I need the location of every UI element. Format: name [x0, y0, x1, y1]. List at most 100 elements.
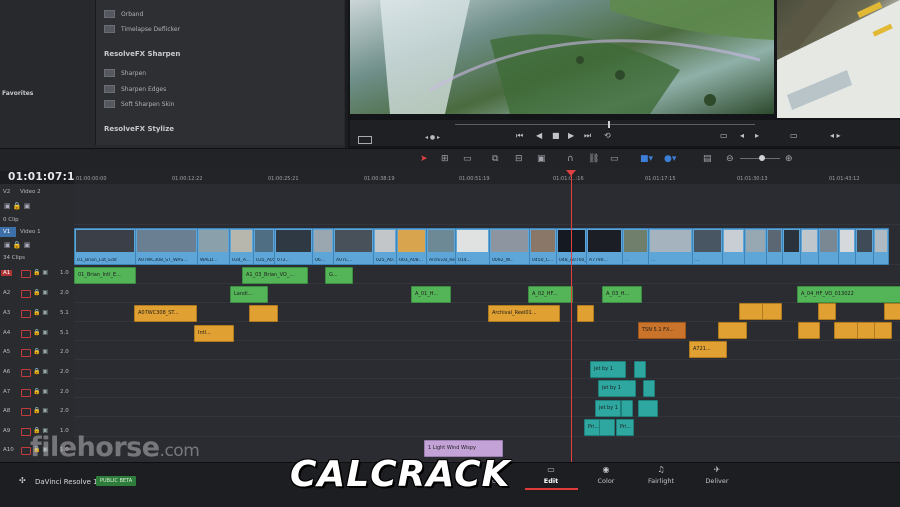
audio-track-lock-icon[interactable]: 🔒 ▣	[33, 368, 48, 375]
video-clip[interactable]	[782, 228, 801, 265]
video-clip[interactable]: 01_Brian_Lot_Edit	[74, 228, 136, 265]
audio-track-lock-icon[interactable]: 🔒 ▣	[33, 329, 48, 336]
viewer-options-icon[interactable]	[358, 136, 372, 144]
audio-track-lock-icon[interactable]: 🔒 ▣	[33, 269, 48, 276]
video-clip[interactable]: 072...	[274, 228, 313, 265]
fairlight-page-icon[interactable]: ♫	[641, 465, 681, 474]
page-tab-color[interactable]: Color	[586, 477, 626, 485]
deliver-page-icon[interactable]: ✈	[697, 465, 737, 474]
audio-track-mute-button[interactable]	[21, 408, 31, 416]
audio-clip[interactable]: jet by 1	[598, 380, 636, 397]
audio-track-lock-icon[interactable]: 🔒 ▣	[33, 388, 48, 395]
audio-clip[interactable]	[818, 303, 836, 320]
video-clip[interactable]	[855, 228, 874, 265]
video-clip[interactable]: A07WC308_ST_WAS...	[135, 228, 198, 265]
audio-clip[interactable]: Intl...	[194, 325, 234, 342]
audio-clip[interactable]: Pri...	[584, 419, 600, 436]
audio-track-mute-button[interactable]	[21, 349, 31, 357]
audio-clip[interactable]	[718, 322, 747, 339]
page-tab-edit[interactable]: Edit	[531, 477, 571, 485]
position-lock-icon[interactable]: ▭	[610, 154, 619, 164]
video-clip[interactable]: 06...	[312, 228, 334, 265]
effect-item-orband[interactable]: Orband	[104, 10, 143, 18]
video-clip[interactable]: A07C...	[333, 228, 374, 265]
video-clip[interactable]	[800, 228, 819, 265]
audio-clip[interactable]: A_04_HF_VO_013022	[797, 286, 900, 303]
audio-clip[interactable]: A1_03_Brian_VO_...	[242, 267, 308, 284]
audio-clip[interactable]: A721...	[689, 341, 727, 358]
audio-track-mute-button[interactable]	[21, 290, 31, 298]
effect-item-sharpen-edges[interactable]: Sharpen Edges	[104, 85, 166, 93]
audio-clip[interactable]	[857, 322, 875, 339]
skip-to-end-icon[interactable]: ⏭	[584, 131, 591, 141]
video-clip[interactable]: 0450_C...	[529, 228, 557, 265]
audio-clip[interactable]: Archival_Reel01...	[488, 305, 560, 322]
audio-track-mute-button[interactable]	[21, 330, 31, 338]
audio-track-mute-button[interactable]	[21, 369, 31, 377]
timeline-view-options-icon[interactable]: ▤	[703, 154, 712, 164]
video-clip[interactable]: WALD...	[197, 228, 230, 265]
audio-clip[interactable]	[874, 322, 892, 339]
effect-item-timelapse-deflicker[interactable]: Timelapse Deflicker	[104, 25, 180, 33]
mark-out-icon[interactable]: ▸	[755, 131, 759, 140]
audio-clip[interactable]	[798, 322, 820, 339]
audio-track-mute-button[interactable]	[21, 270, 31, 278]
audio-clip[interactable]	[834, 322, 858, 339]
scrub-bar[interactable]	[455, 124, 755, 125]
skip-to-start-icon[interactable]: ⏮	[516, 131, 523, 141]
video-clip[interactable]	[744, 228, 767, 265]
jog-icon[interactable]: ◂ ● ▸	[425, 134, 440, 141]
audio-clip[interactable]	[884, 303, 900, 320]
audio-clip[interactable]: TSN 5.1 FX...	[638, 322, 686, 339]
audio-clip[interactable]	[638, 400, 658, 417]
scrub-playhead[interactable]	[608, 121, 610, 128]
audio-clip[interactable]	[739, 303, 763, 320]
video-clip[interactable]: 014...	[455, 228, 490, 265]
track-name-v2[interactable]: Video 2	[20, 189, 41, 195]
video-clip[interactable]	[766, 228, 783, 265]
audio-clip[interactable]: G...	[325, 267, 353, 284]
effect-item-sharpen[interactable]: Sharpen	[104, 69, 146, 77]
audio-clip[interactable]: Pri...	[616, 419, 634, 436]
video-clip[interactable]: 034_A...	[229, 228, 254, 265]
insert-clip-icon[interactable]: ⧉	[492, 154, 498, 164]
video-clip[interactable]: A7790...	[586, 228, 623, 265]
edit-page-icon[interactable]: ▭	[531, 465, 571, 474]
video-clip[interactable]: ...	[692, 228, 723, 265]
mark-in-icon[interactable]: ◂	[740, 131, 744, 140]
track-name-v1[interactable]: Video 1	[20, 229, 41, 235]
source-jog-icon[interactable]: ◂ ▸	[830, 131, 841, 140]
video-clip[interactable]: 003_A08...	[396, 228, 427, 265]
audio-clip[interactable]	[621, 400, 633, 417]
video-clip[interactable]: 035_A0586...	[253, 228, 275, 265]
playhead-handle[interactable]	[566, 170, 576, 176]
marker-icon[interactable]: ●▾	[664, 154, 676, 164]
playhead[interactable]	[571, 170, 572, 462]
linked-selection-icon[interactable]: ⛓	[588, 154, 599, 164]
page-tab-deliver[interactable]: Deliver	[697, 477, 737, 485]
video-clip[interactable]: 025_A0...	[373, 228, 397, 265]
video-clip[interactable]: 0092_W...	[489, 228, 530, 265]
audio-track-mute-button[interactable]	[21, 389, 31, 397]
effect-item-soft-sharpen-skin[interactable]: Soft Sharpen Skin	[104, 100, 174, 108]
audio-clip[interactable]	[762, 303, 782, 320]
play-reverse-icon[interactable]: ◀	[536, 131, 542, 140]
blade-tool-icon[interactable]: ▭	[463, 154, 472, 164]
zoom-slider-thumb[interactable]	[759, 155, 765, 161]
page-tab-fairlight[interactable]: Fairlight	[641, 477, 681, 485]
match-frame-icon[interactable]: ▭	[720, 131, 728, 140]
audio-track-lock-icon[interactable]: 🔒 ▣	[33, 407, 48, 414]
video-clip[interactable]: Archival_Reel01...	[426, 228, 456, 265]
zoom-out-icon[interactable]: ⊖	[726, 154, 734, 164]
video-clip[interactable]	[838, 228, 856, 265]
audio-clip[interactable]	[643, 380, 655, 397]
video-clip[interactable]	[722, 228, 745, 265]
loop-icon[interactable]: ⟲	[604, 131, 611, 140]
audio-clip[interactable]: A_02_HF...	[528, 286, 573, 303]
audio-clip[interactable]	[634, 361, 646, 378]
timeline-tracks-area[interactable]	[74, 184, 900, 462]
color-page-icon[interactable]: ◉	[586, 465, 626, 474]
source-viewer-options-icon[interactable]: ▭	[790, 131, 798, 140]
video-clip[interactable]: ...	[648, 228, 693, 265]
track-controls-v1-icon[interactable]: ▣ 🔒 ▣	[4, 241, 30, 249]
